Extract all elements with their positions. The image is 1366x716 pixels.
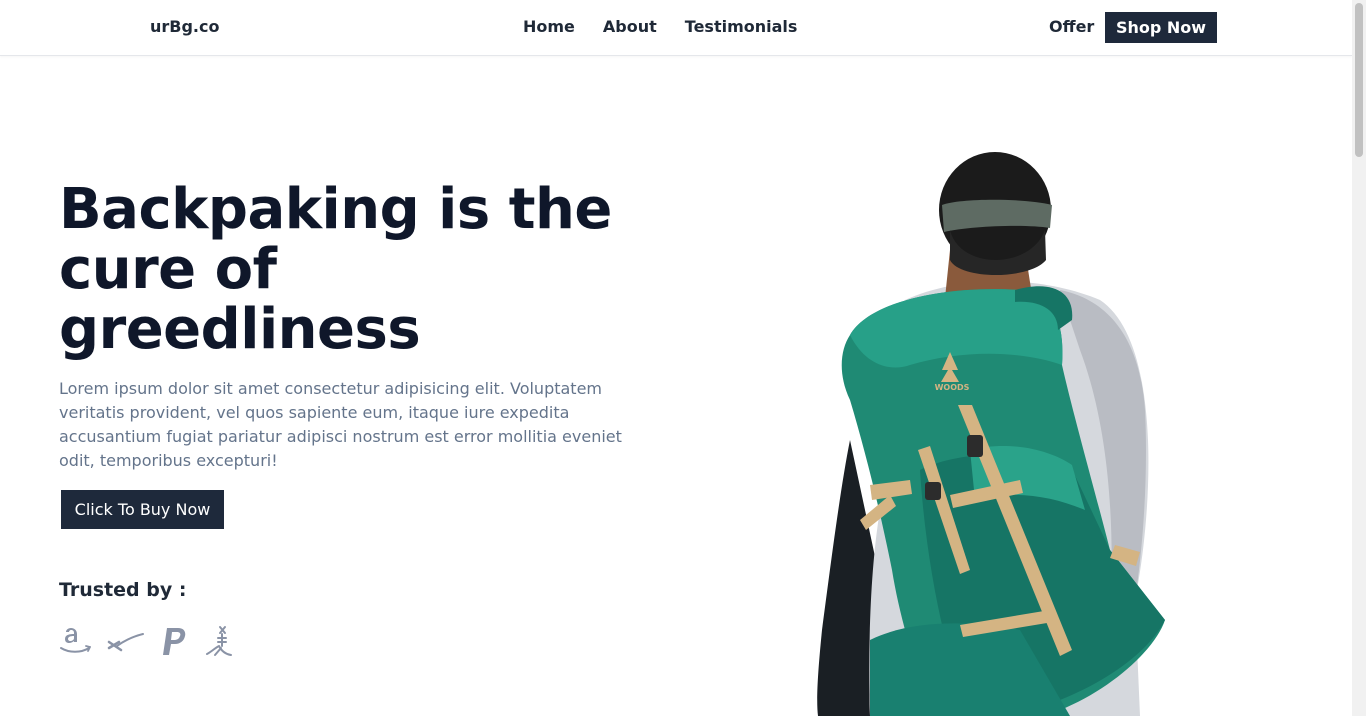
- starlink-logo-icon: [107, 633, 144, 652]
- hero-description: Lorem ipsum dolor sit amet consectetur a…: [59, 379, 622, 470]
- backpack-brand-text: WOODS: [935, 383, 970, 392]
- nav-link-testimonials[interactable]: Testimonials: [685, 17, 798, 36]
- page-scrollbar[interactable]: [1352, 0, 1366, 716]
- shop-now-button[interactable]: Shop Now: [1105, 12, 1217, 43]
- buy-now-button[interactable]: Click To Buy Now: [61, 490, 224, 529]
- hero-headline: Backpaking is the cure of greedliness: [59, 177, 612, 362]
- nav-link-offer[interactable]: Offer: [1049, 17, 1094, 36]
- paypal-logo-icon: [163, 628, 186, 655]
- nav-links: Home About Testimonials: [523, 17, 797, 36]
- trusted-brands: [59, 624, 233, 658]
- hero-backpacker-image: WOODS: [817, 152, 1165, 716]
- xbox-logo-icon: [206, 626, 232, 656]
- amazon-logo-icon: [60, 628, 91, 653]
- scrollbar-thumb[interactable]: [1355, 3, 1363, 157]
- nav-link-about[interactable]: About: [603, 17, 657, 36]
- navbar: urBg.co Home About Testimonials Offer Sh…: [0, 0, 1352, 56]
- nav-link-home[interactable]: Home: [523, 17, 575, 36]
- trusted-by-label: Trusted by :: [59, 579, 187, 601]
- site-logo[interactable]: urBg.co: [150, 17, 219, 36]
